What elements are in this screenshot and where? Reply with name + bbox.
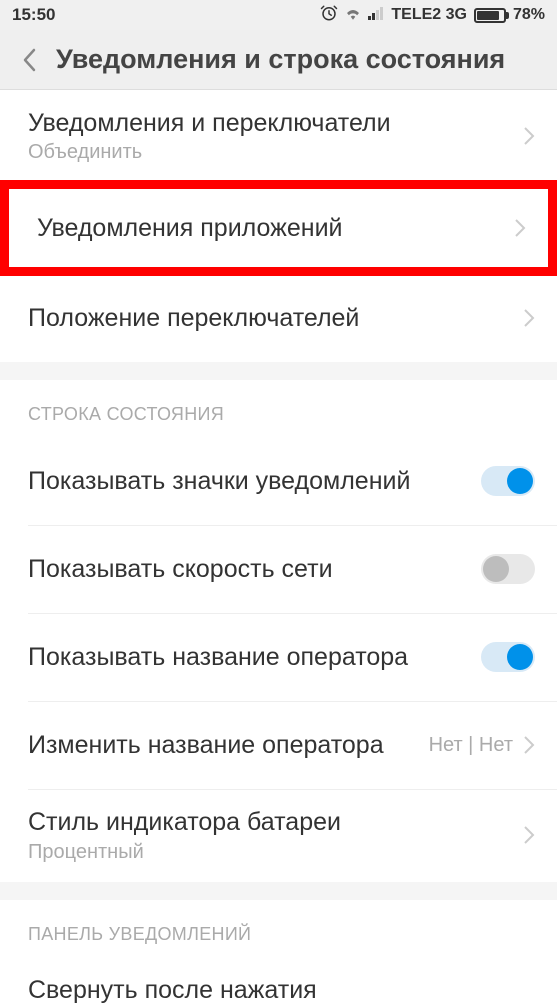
- chevron-left-icon: [22, 48, 36, 72]
- item-title: Уведомления и переключатели: [28, 108, 511, 139]
- header: Уведомления и строка состояния: [0, 30, 557, 90]
- item-subtitle: Объединить: [28, 141, 511, 164]
- battery-percent: 78%: [513, 6, 545, 24]
- chevron-right-icon: [523, 825, 535, 845]
- item-title: Показывать название оператора: [28, 642, 469, 673]
- back-button[interactable]: [14, 40, 44, 80]
- status-time: 15:50: [12, 5, 55, 25]
- status-right: TELE2 3G 78%: [320, 4, 545, 27]
- item-edit-carrier-name[interactable]: Изменить название оператора Нет | Нет: [0, 701, 557, 789]
- section-status-bar: СТРОКА СОСТОЯНИЯ Показывать значки уведо…: [0, 380, 557, 881]
- status-icons: [320, 4, 384, 27]
- item-subtitle: Процентный: [28, 841, 511, 864]
- item-title: Уведомления приложений: [37, 213, 502, 244]
- item-title: Свернуть после нажатия: [28, 975, 523, 1006]
- signal-icon: [368, 5, 384, 25]
- item-title: Стиль индикатора батареи: [28, 807, 511, 838]
- item-value: Нет | Нет: [429, 734, 513, 757]
- item-show-network-speed[interactable]: Показывать скорость сети: [0, 525, 557, 613]
- item-collapse-after-tap[interactable]: Свернуть после нажатия: [0, 957, 557, 1007]
- section-notification-panel: ПАНЕЛЬ УВЕДОМЛЕНИЙ Свернуть после нажати…: [0, 900, 557, 1007]
- wifi-icon: [344, 5, 362, 25]
- item-app-notifications[interactable]: Уведомления приложений: [9, 189, 548, 267]
- chevron-right-icon: [523, 735, 535, 755]
- item-show-carrier-name[interactable]: Показывать название оператора: [0, 613, 557, 701]
- highlight-box: Уведомления приложений: [0, 180, 557, 276]
- battery-icon: [474, 8, 506, 23]
- item-battery-indicator-style[interactable]: Стиль индикатора батареи Процентный: [0, 789, 557, 881]
- item-title: Показывать значки уведомлений: [28, 466, 469, 497]
- status-bar: 15:50 TELE2 3G 78%: [0, 0, 557, 30]
- item-show-notification-icons[interactable]: Показывать значки уведомлений: [0, 437, 557, 525]
- section-header-notifications: ПАНЕЛЬ УВЕДОМЛЕНИЙ: [0, 900, 557, 957]
- settings-group-1: Уведомления и переключатели Объединить У…: [0, 90, 557, 362]
- item-notifications-toggles[interactable]: Уведомления и переключатели Объединить: [0, 90, 557, 182]
- section-header-statusbar: СТРОКА СОСТОЯНИЯ: [0, 380, 557, 437]
- toggle-switch[interactable]: [481, 466, 535, 496]
- item-title: Положение переключателей: [28, 303, 511, 334]
- alarm-icon: [320, 4, 338, 27]
- carrier-label: TELE2 3G: [391, 6, 467, 24]
- toggle-switch[interactable]: [481, 554, 535, 584]
- chevron-right-icon: [514, 218, 526, 238]
- toggle-switch[interactable]: [481, 642, 535, 672]
- item-title: Показывать скорость сети: [28, 554, 469, 585]
- page-title: Уведомления и строка состояния: [56, 44, 505, 75]
- item-toggle-positions[interactable]: Положение переключателей: [0, 274, 557, 362]
- chevron-right-icon: [523, 126, 535, 146]
- chevron-right-icon: [523, 308, 535, 328]
- item-title: Изменить название оператора: [28, 730, 417, 761]
